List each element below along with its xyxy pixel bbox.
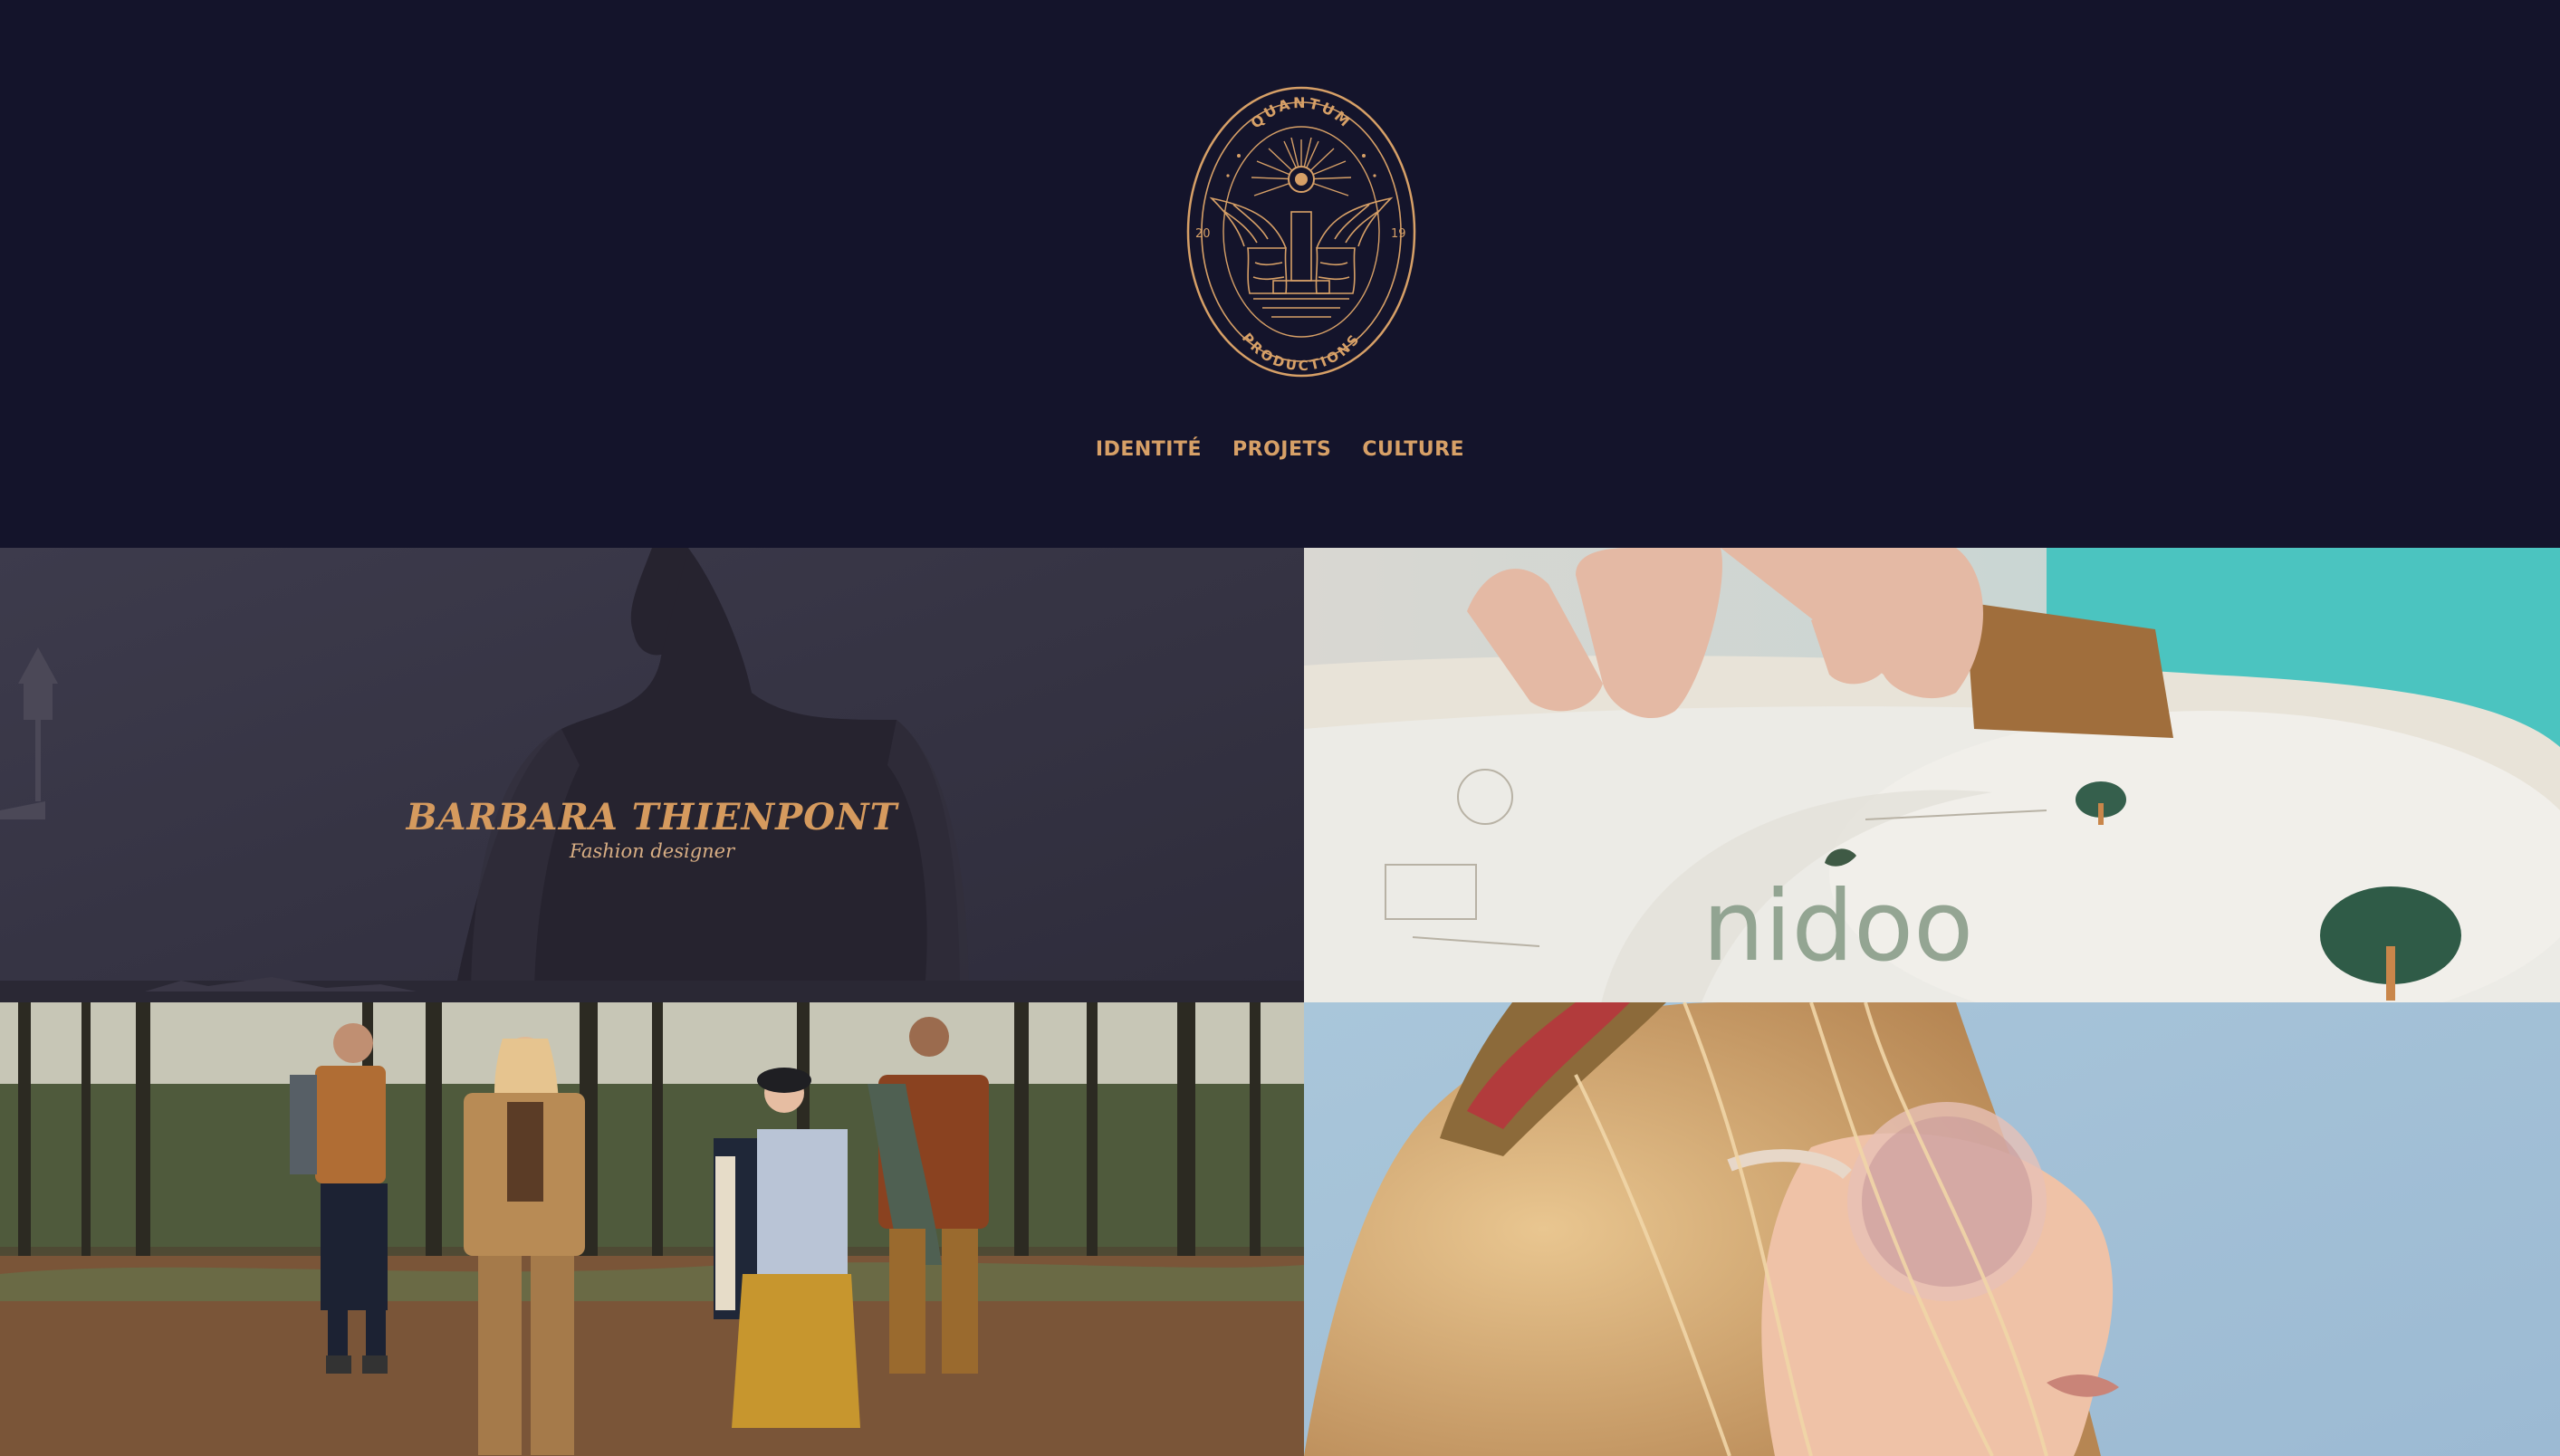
project-tile-sunglasses[interactable] [1304,1002,2560,1456]
logo-year-left: 20 [1195,227,1211,241]
fashion-designer-photo [0,548,1304,1002]
nidoo-packaging-photo: nidoo [1304,548,2560,1002]
left-lion-icon [1209,196,1288,294]
project-subtitle: Fashion designer [569,840,735,862]
forest-group-photo [0,1002,1304,1456]
project-tile-nidoo[interactable]: nidoo [1304,548,2560,1002]
quantum-productions-logo[interactable]: QUANTUM PRODUCTIONS 20 19 [1184,85,1418,378]
logo-year-right: 19 [1391,227,1406,241]
project-title: BARBARA THIENPONT [406,796,898,838]
sunglasses-portrait-photo [1304,1002,2560,1456]
nidoo-brand-text: nidoo [1702,870,1973,983]
nav-item-identite[interactable]: IDENTITÉ [1096,438,1202,461]
project-caption: BARBARA THIENPONT Fashion designer [0,796,1304,862]
right-lion-icon [1315,196,1394,294]
project-tile-barbara-thienpont[interactable]: BARBARA THIENPONT Fashion designer [0,548,1304,1002]
nav-item-projets[interactable]: PROJETS [1232,438,1331,461]
site-header: QUANTUM PRODUCTIONS 20 19 IDENTITÉ PROJE… [0,0,2560,548]
project-tile-forest-group[interactable] [0,1002,1304,1456]
nav-item-culture[interactable]: CULTURE [1362,438,1464,461]
main-nav: IDENTITÉ PROJETS CULTURE [0,438,2560,461]
